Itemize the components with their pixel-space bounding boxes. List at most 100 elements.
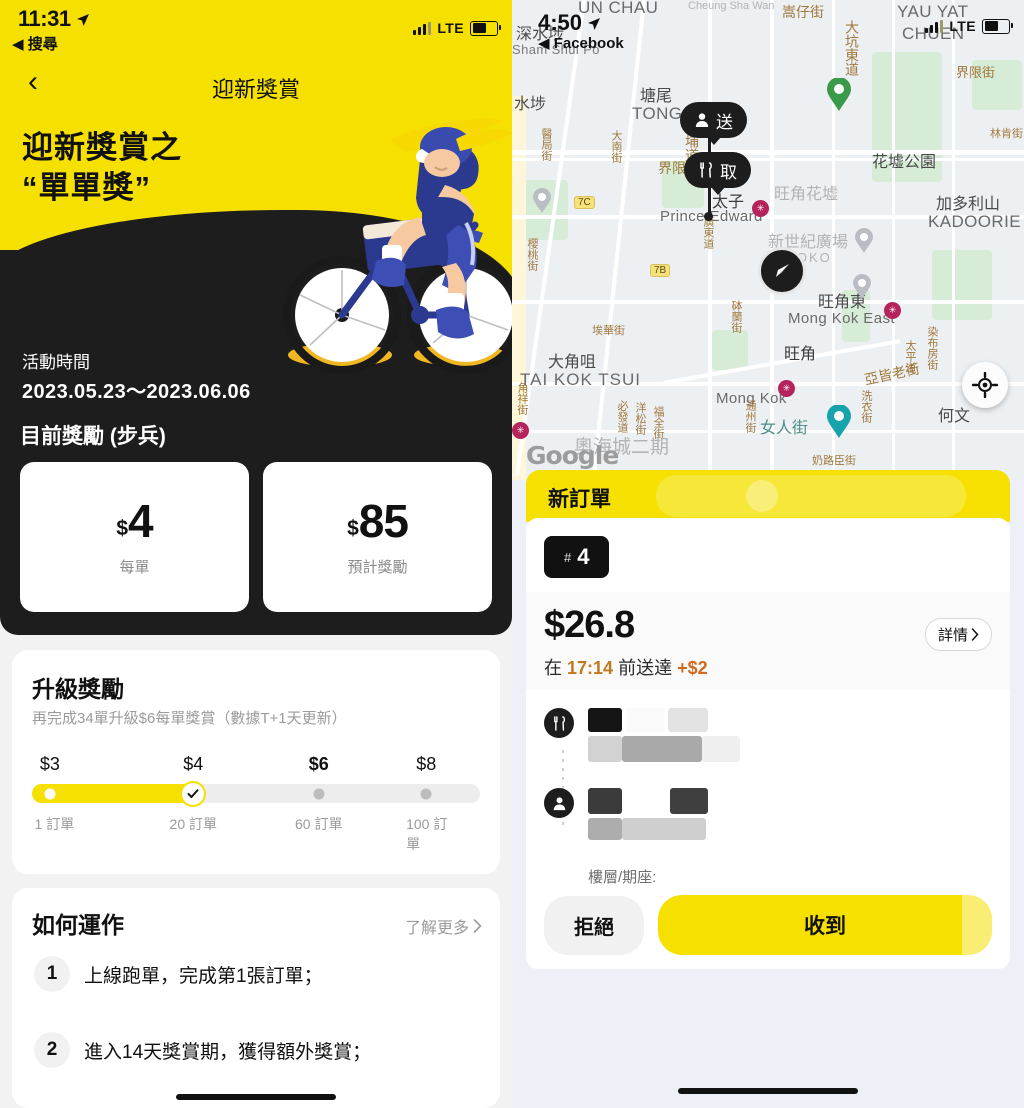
map-label: 大南街 [610, 130, 622, 163]
accept-slide-hint [962, 895, 992, 955]
address-section: 樓層/期座: [526, 690, 1010, 891]
map-label: 太平道 [904, 340, 916, 373]
accept-label: 收到 [804, 915, 846, 938]
map-view[interactable]: UN CHAU Cheung Sha Wan 嵩仔街 大坑東道 YAU YAT … [512, 0, 1024, 480]
step-number: 2 [34, 1032, 70, 1068]
map-label: 花墟公園 [872, 154, 937, 171]
step-number: 1 [34, 956, 70, 992]
tier-dot-4 [420, 788, 432, 799]
reward-label: 預計獎勵 [347, 558, 408, 576]
reward-label: 每單 [119, 558, 150, 576]
reward-card-list: $4 每單 $85 預計獎勵 [20, 462, 492, 612]
dropoff-marker[interactable]: 送 [680, 102, 747, 138]
status-indicators: LTE [413, 20, 501, 36]
hash-symbol: # [564, 549, 572, 565]
map-label: 醫局街 [540, 128, 552, 161]
dual-phone-screenshot: 迎新獎賞之 “單單獎” 活動時間 2023.05.23～2023.06.06 目… [0, 0, 1024, 1108]
map-label: 大角咀 [548, 354, 597, 371]
upgrade-title: 升級獎勵 [32, 676, 124, 702]
signal-icon [925, 19, 944, 33]
person-icon [695, 113, 709, 127]
hero-title-line1: 迎新獎賞之 [22, 130, 182, 165]
pickup-address-redacted [588, 708, 740, 762]
system-back-app[interactable]: ◀ Facebook [538, 34, 624, 52]
signal-icon [413, 21, 432, 35]
tier-orders: 20 訂單 [169, 816, 217, 832]
park-pin-icon [827, 78, 851, 111]
map-label: 奶路臣街 [812, 455, 856, 467]
tier-order-labels: 1 訂單 20 訂單 60 訂單 100 訂單 [32, 814, 480, 852]
status-indicators: LTE [925, 18, 1013, 34]
battery-icon [982, 18, 1013, 34]
tier-orders: 1 訂單 [34, 816, 75, 832]
eta-time: 17:14 [567, 658, 614, 678]
map-label: 角祥街 [516, 382, 528, 415]
home-indicator [678, 1088, 858, 1094]
tier-amount: $6 [308, 754, 329, 774]
recenter-button[interactable] [962, 362, 1008, 408]
shopping-pin-icon [827, 405, 851, 438]
pickup-marker[interactable]: 取 [684, 152, 751, 188]
learn-more-link[interactable]: 了解更多 [405, 914, 482, 938]
tier-amount: $4 [183, 754, 204, 774]
utensils-icon [544, 708, 574, 738]
how-step: 2 進入14天獎賞期，獲得額外獎賞； [34, 1032, 371, 1068]
google-attribution: Google [526, 441, 619, 470]
tier-dot-1 [44, 788, 56, 799]
tier-amount: $3 [39, 754, 60, 774]
pickup-address-row [544, 708, 992, 762]
reject-button[interactable]: 拒絕 [544, 895, 644, 955]
new-order-sheet: 新訂單 # 4 $26.8 在 17:14 前送達 +$2 詳情 樓層/期座: … [526, 470, 1010, 969]
right-status-bar: 4:50 ◀ Facebook LTE [512, 0, 1024, 52]
status-time: 11:31 [18, 6, 90, 32]
how-it-works-title: 如何運作 [32, 912, 124, 938]
tier-amount: $8 [416, 754, 437, 774]
current-position-marker [758, 247, 806, 295]
map-label: 洗衣街 [860, 390, 872, 423]
accept-button[interactable]: 收到 [658, 895, 992, 955]
map-label: 埃華街 [592, 325, 625, 337]
pickup-label: 取 [720, 162, 737, 182]
map-label: 必發道 [616, 400, 628, 433]
map-label: 洋松街 [634, 402, 646, 435]
new-order-body: # 4 $26.8 在 17:14 前送達 +$2 詳情 樓層/期座: 拒絕 收… [526, 518, 1010, 969]
order-eta: 在 17:14 前送達 +$2 [544, 654, 992, 680]
how-step: 1 上線跑單，完成第1張訂單； [34, 956, 323, 992]
tier-progress: $3 $4 $6 $8 1 訂單 20 訂單 60 訂單 100 訂單 [32, 754, 480, 852]
step-text: 進入14天獎賞期，獲得額外獎賞； [84, 1041, 372, 1063]
price-section: $26.8 在 17:14 前送達 +$2 詳情 [526, 592, 1010, 690]
navigation-arrow-icon [776, 264, 789, 277]
upgrade-reward-card: 升級獎勵 再完成34單升級$6每單獎賞（數據T+1天更新） $3 $4 $6 $… [12, 650, 500, 874]
map-label: 加多利山 [936, 196, 1001, 213]
location-arrow-icon [76, 14, 89, 26]
reward-value: 4 [128, 494, 154, 547]
mtr-station-icon: ✳ [512, 422, 529, 439]
order-number: 4 [577, 544, 590, 569]
utensils-icon [700, 162, 712, 178]
currency-symbol: $ [347, 516, 359, 540]
tier-dot-2-current [182, 782, 205, 805]
map-label: Mong Kok East [788, 310, 895, 327]
upgrade-subtitle: 再完成34單升級$6每單獎賞（數據T+1天更新） [32, 710, 347, 727]
mtr-station-icon: ✳ [884, 302, 901, 319]
event-period-value: 2023.05.23～2023.06.06 [22, 381, 251, 403]
details-label: 詳情 [937, 627, 968, 644]
home-indicator [176, 1094, 336, 1100]
new-order-header: 新訂單 [526, 470, 1010, 522]
check-icon [187, 788, 199, 798]
event-period-label: 活動時間 [22, 353, 90, 372]
progress-bar-track [32, 782, 480, 805]
system-back-app[interactable]: ◀ 搜尋 [12, 33, 58, 54]
status-time: 4:50 [538, 10, 601, 36]
map-label: 林肯街 [990, 128, 1023, 140]
details-button[interactable]: 詳情 [924, 618, 992, 651]
chevron-right-icon [971, 628, 979, 641]
map-label: 砵蘭街 [730, 300, 742, 333]
hero-title: 迎新獎賞之 “單單獎” [22, 128, 182, 207]
countdown-progress [656, 475, 966, 517]
map-label: 何文 [938, 408, 971, 425]
poi-marker-icon [533, 188, 551, 213]
bonus-amount: +$2 [677, 658, 708, 678]
left-phone-screen: 迎新獎賞之 “單單獎” 活動時間 2023.05.23～2023.06.06 目… [0, 0, 512, 1108]
map-label: 染布房街 [926, 326, 938, 370]
